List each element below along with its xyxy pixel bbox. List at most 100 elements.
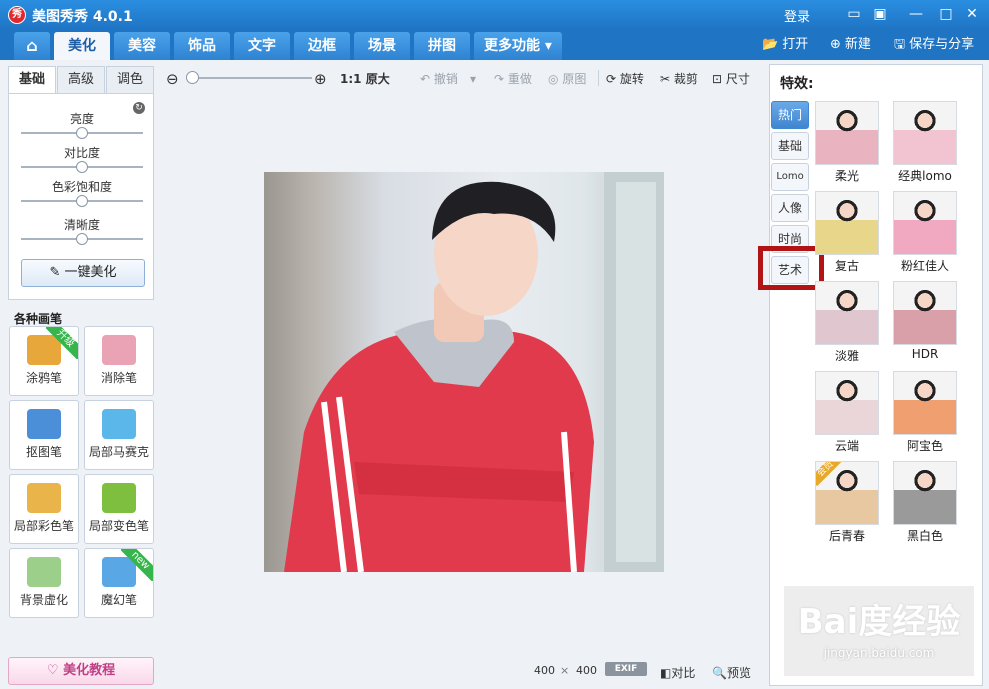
maximize-icon[interactable]: □ bbox=[936, 4, 956, 24]
contrast-slider[interactable] bbox=[21, 161, 143, 173]
compare-button[interactable]: ◧对比 bbox=[660, 664, 695, 681]
ratio-label: 1:1 bbox=[340, 72, 362, 86]
effect-pink-lady[interactable]: 粉红佳人 bbox=[892, 191, 958, 273]
exif-button[interactable]: EXIF bbox=[605, 662, 647, 676]
undo-label: 撤销 bbox=[433, 72, 458, 86]
minimize-icon[interactable]: — bbox=[906, 4, 926, 24]
login-link[interactable]: 登录 bbox=[784, 6, 810, 25]
cutout-pen-label: 抠图笔 bbox=[25, 445, 62, 459]
effect-soft-light[interactable]: 柔光 bbox=[814, 101, 880, 183]
scissors-icon: ✂ bbox=[660, 72, 671, 86]
effect-abao[interactable]: 阿宝色 bbox=[892, 371, 958, 453]
beautify-tutorial-button[interactable]: ♡ 美化教程 bbox=[8, 657, 154, 685]
original-button[interactable]: ◎ 原图 bbox=[548, 70, 586, 88]
save-share-button[interactable]: 🖫 保存与分享 bbox=[894, 34, 974, 56]
sharpness-slider[interactable] bbox=[21, 233, 143, 245]
category-lomo[interactable]: Lomo bbox=[771, 163, 809, 191]
subtab-color[interactable]: 调色 bbox=[106, 66, 154, 94]
category-basic[interactable]: 基础 bbox=[771, 132, 809, 160]
effect-label: 淡雅 bbox=[834, 349, 859, 363]
magic-pen-tool[interactable]: 魔幻笔 new bbox=[84, 548, 154, 618]
zoom-out-icon[interactable]: ⊖ bbox=[166, 70, 179, 88]
tab-skin[interactable]: 美容 bbox=[114, 32, 170, 60]
tab-frame[interactable]: 边框 bbox=[294, 32, 350, 60]
sharpness-slider-knob[interactable] bbox=[76, 233, 88, 245]
chevron-down-icon: ▾ bbox=[544, 38, 552, 54]
effect-retro[interactable]: 复古 bbox=[814, 191, 880, 273]
vip-badge: 会员 bbox=[816, 462, 843, 487]
zoom-in-icon[interactable]: ⊕ bbox=[314, 70, 327, 88]
close-icon[interactable]: ✕ bbox=[962, 4, 982, 24]
effect-thumbnail bbox=[893, 191, 957, 255]
local-color-pen-tool[interactable]: 局部彩色笔 bbox=[9, 474, 79, 544]
cutout-pen-tool[interactable]: 抠图笔 bbox=[9, 400, 79, 470]
preview-button[interactable]: 🔍预览 bbox=[712, 664, 751, 681]
undo-button[interactable]: ↶ 撤销 bbox=[420, 70, 458, 88]
one-key-beautify-button[interactable]: ✎ 一键美化 bbox=[21, 259, 145, 287]
effect-thumbnail bbox=[815, 371, 879, 435]
home-icon[interactable]: ⌂ bbox=[14, 32, 50, 60]
contrast-slider-knob[interactable] bbox=[76, 161, 88, 173]
tab-scene[interactable]: 场景 bbox=[354, 32, 410, 60]
new-badge: new bbox=[121, 549, 153, 581]
rotate-button[interactable]: ⟳ 旋转 bbox=[606, 70, 644, 88]
app-title: 美图秀秀 4.0.1 bbox=[32, 9, 133, 25]
brightness-slider-knob[interactable] bbox=[76, 127, 88, 139]
saturation-slider[interactable] bbox=[21, 195, 143, 207]
undo-dropdown-icon[interactable]: ▾ bbox=[470, 70, 476, 88]
crop-button[interactable]: ✂ 裁剪 bbox=[660, 70, 698, 88]
effect-classic-lomo[interactable]: 经典lomo bbox=[892, 101, 958, 183]
effect-hdr[interactable]: HDR bbox=[892, 281, 958, 363]
eraser-pen-tool[interactable]: 消除笔 bbox=[84, 326, 154, 396]
subtab-advanced[interactable]: 高级 bbox=[57, 66, 105, 94]
effect-black-white[interactable]: 黑白色 bbox=[892, 461, 958, 543]
resize-button[interactable]: ⊡ 尺寸 bbox=[712, 70, 750, 88]
open-label: 打开 bbox=[782, 37, 809, 52]
brightness-slider[interactable] bbox=[21, 127, 143, 139]
saturation-slider-knob[interactable] bbox=[76, 195, 88, 207]
tab-accessories[interactable]: 饰品 bbox=[174, 32, 230, 60]
saturation-label: 色彩饱和度 bbox=[51, 180, 112, 194]
redo-button[interactable]: ↷ 重做 bbox=[494, 70, 532, 88]
actual-size-button[interactable]: 1:1 原大 bbox=[340, 70, 390, 88]
crop-label: 裁剪 bbox=[673, 72, 698, 86]
tab-more-features[interactable]: 更多功能 ▾ bbox=[474, 32, 562, 60]
effect-elegant[interactable]: 淡雅 bbox=[814, 281, 880, 363]
tab-beautify[interactable]: 美化 bbox=[54, 32, 110, 60]
open-button[interactable]: 📂 打开 bbox=[762, 34, 808, 56]
new-button[interactable]: ⊕ 新建 bbox=[830, 34, 871, 56]
effect-thumbnail bbox=[893, 461, 957, 525]
preview-label: 预览 bbox=[726, 666, 751, 680]
category-portrait[interactable]: 人像 bbox=[771, 194, 809, 222]
doodle-pen-label: 涂鸦笔 bbox=[25, 371, 62, 385]
effect-youth[interactable]: 会员后青春 bbox=[814, 461, 880, 543]
preview-icon: 🔍 bbox=[712, 666, 727, 680]
subtab-basic[interactable]: 基础 bbox=[8, 66, 56, 94]
hands-icon: ♡ bbox=[46, 663, 59, 678]
more-features-label: 更多功能 bbox=[484, 38, 541, 54]
doodle-pen-tool[interactable]: 涂鸦笔 升级 bbox=[9, 326, 79, 396]
title-bar: 秀 美图秀秀 4.0.1 登录 ▭ ▣ — □ ✕ bbox=[0, 0, 989, 30]
category-hot[interactable]: 热门 bbox=[771, 101, 809, 129]
local-mosaic-tool[interactable]: 局部马赛克 bbox=[84, 400, 154, 470]
compare-icon: ◧ bbox=[660, 666, 672, 680]
tab-collage[interactable]: 拼图 bbox=[414, 32, 470, 60]
background-blur-tool[interactable]: 背景虚化 bbox=[9, 548, 79, 618]
save-icon: 🖫 bbox=[894, 37, 906, 52]
tab-text[interactable]: 文字 bbox=[234, 32, 290, 60]
eraser-icon bbox=[102, 335, 136, 365]
image-canvas[interactable] bbox=[264, 172, 664, 572]
photo-person bbox=[284, 172, 664, 572]
message-icon[interactable]: ▭ bbox=[844, 4, 864, 24]
compare-label: 对比 bbox=[671, 666, 696, 680]
resize-label: 尺寸 bbox=[725, 72, 750, 86]
skin-icon[interactable]: ▣ bbox=[870, 4, 890, 24]
magic-pen-label: 魔幻笔 bbox=[100, 593, 137, 607]
redo-icon: ↷ bbox=[494, 72, 505, 86]
image-width: 400 bbox=[534, 664, 555, 677]
zoom-slider[interactable] bbox=[188, 77, 312, 79]
effect-cloud[interactable]: 云端 bbox=[814, 371, 880, 453]
local-recolor-pen-tool[interactable]: 局部变色笔 bbox=[84, 474, 154, 544]
zoom-slider-knob[interactable] bbox=[186, 71, 199, 84]
effect-label: 后青春 bbox=[828, 529, 865, 543]
